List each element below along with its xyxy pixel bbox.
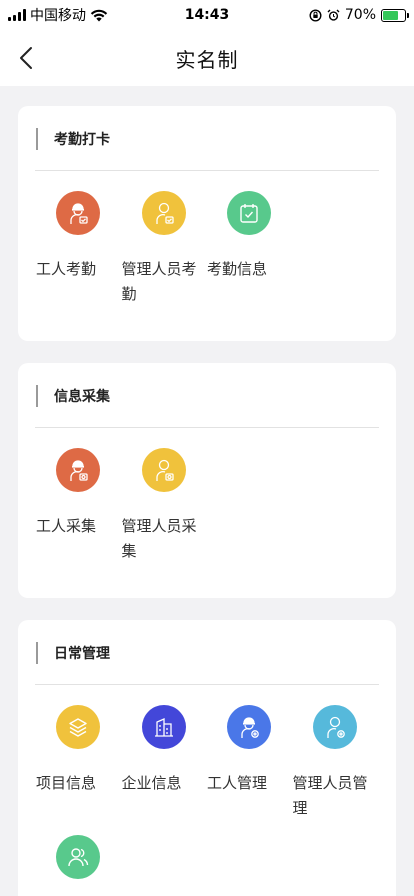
section-divider: [35, 170, 379, 171]
worker-check-icon: [56, 191, 100, 235]
nav-bar: 实名制: [0, 30, 414, 86]
manager-attendance-button[interactable]: 管理人员考勤: [122, 191, 208, 307]
manager-check-icon: [141, 191, 186, 235]
section-title: 信息采集: [36, 383, 378, 409]
worker-camera-icon: [56, 448, 100, 492]
app-screen: 中国移动 14:43 70% 实名制 考勤打卡 工人考勤 管理人员考勤 考勤信息…: [0, 0, 414, 896]
item-label: 工人考勤: [36, 260, 97, 278]
battery-percent: 70%: [344, 7, 376, 23]
status-left: 中国移动: [8, 5, 108, 25]
battery-fill: [383, 10, 398, 20]
battery-icon: [381, 8, 409, 22]
users-icon: [56, 835, 100, 879]
section-collection: 信息采集 工人采集 管理人员采集: [18, 363, 396, 598]
manager-gear-icon: [312, 705, 357, 749]
section-daily-management: 日常管理 项目信息 企业信息 工人管理 管理人员管理: [18, 620, 396, 896]
orientation-lock-icon: [309, 8, 322, 22]
back-button[interactable]: [14, 44, 38, 72]
section-title: 考勤打卡: [36, 126, 378, 152]
wifi-icon: [90, 9, 108, 22]
section-title: 日常管理: [36, 640, 378, 666]
item-label: 项目信息: [36, 774, 97, 792]
project-info-button[interactable]: 项目信息: [36, 705, 122, 821]
section-attendance: 考勤打卡 工人考勤 管理人员考勤 考勤信息: [18, 106, 396, 341]
worker-collection-button[interactable]: 工人采集: [36, 448, 122, 564]
manager-camera-icon: [141, 448, 186, 492]
worker-management-button[interactable]: 工人管理: [207, 705, 293, 821]
item-label: 管理人员考勤: [121, 260, 197, 303]
status-bar: 中国移动 14:43 70%: [0, 0, 414, 30]
management-grid: 项目信息 企业信息 工人管理 管理人员管理: [36, 705, 378, 896]
content-area: 考勤打卡 工人考勤 管理人员考勤 考勤信息 信息采集 工人采集 管理人员采集 日…: [0, 86, 414, 896]
item-label: 考勤信息: [207, 260, 268, 278]
item-label: 管理人员管理: [292, 774, 368, 817]
alarm-icon: [327, 9, 340, 21]
calendar-check-icon: [227, 191, 271, 235]
item-label: 工人采集: [36, 517, 97, 535]
users-button[interactable]: [36, 835, 122, 896]
section-divider: [35, 684, 379, 685]
item-label: 企业信息: [121, 774, 182, 792]
manager-collection-button[interactable]: 管理人员采集: [122, 448, 208, 564]
item-label: 工人管理: [207, 774, 268, 792]
worker-gear-icon: [227, 705, 271, 749]
carrier-label: 中国移动: [30, 8, 86, 24]
page-title: 实名制: [175, 47, 239, 72]
collection-grid: 工人采集 管理人员采集: [36, 448, 378, 578]
item-label: 管理人员采集: [121, 517, 197, 560]
building-icon: [141, 705, 186, 749]
company-info-button[interactable]: 企业信息: [122, 705, 208, 821]
section-divider: [35, 427, 379, 428]
attendance-info-button[interactable]: 考勤信息: [207, 191, 293, 307]
attendance-grid: 工人考勤 管理人员考勤 考勤信息: [36, 191, 378, 321]
chevron-left-icon: [20, 47, 32, 69]
signal-icon: [8, 9, 26, 21]
manager-management-button[interactable]: 管理人员管理: [293, 705, 379, 821]
worker-attendance-button[interactable]: 工人考勤: [36, 191, 122, 307]
status-right: 70%: [309, 7, 409, 23]
layers-icon: [56, 705, 100, 749]
